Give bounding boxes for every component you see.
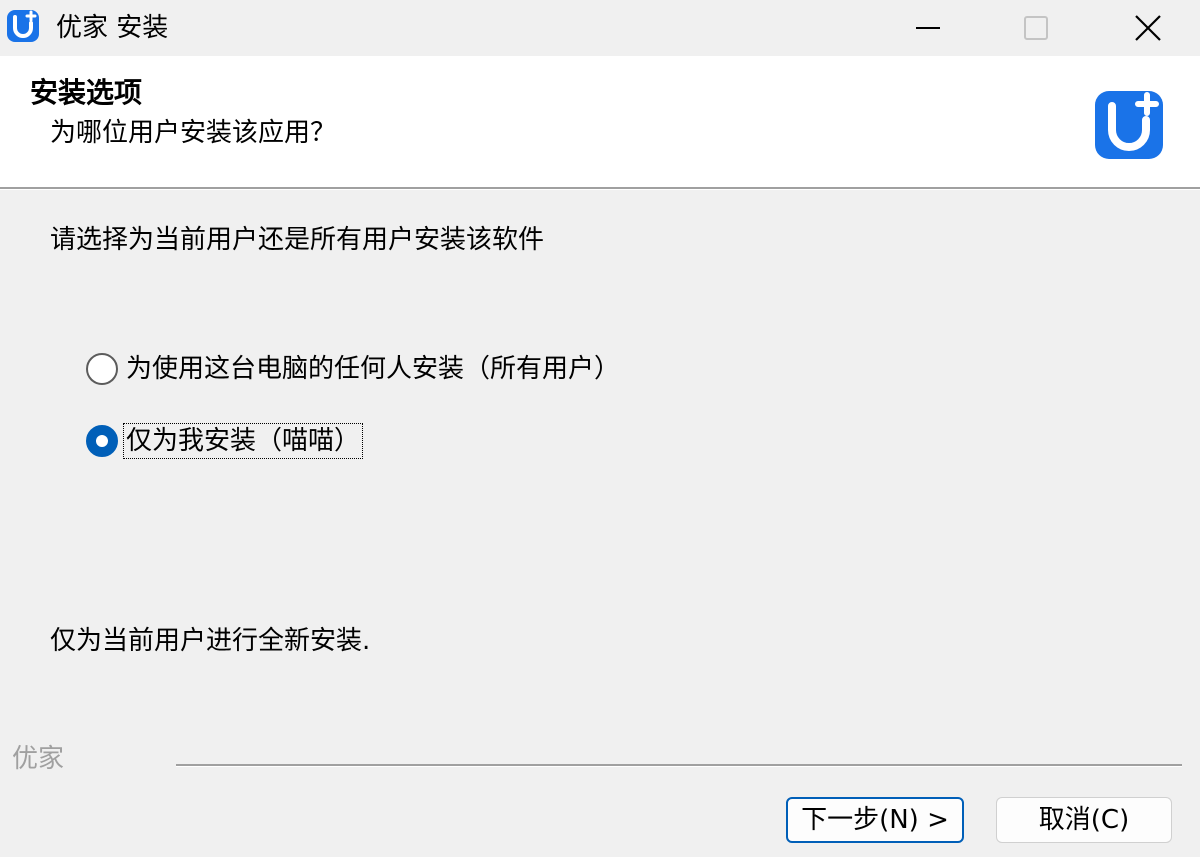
radio-all-users[interactable] [86, 353, 118, 385]
minimize-button[interactable] [872, 0, 984, 56]
option-description: 仅为当前用户进行全新安装. [50, 626, 371, 656]
option-current-user[interactable]: 仅为我安装（喵喵） [86, 423, 364, 459]
next-button[interactable]: 下一步(N) > [786, 797, 964, 843]
window-title: 优家 安装 [56, 13, 169, 43]
option-current-user-label[interactable]: 仅为我安装（喵喵） [122, 423, 364, 459]
title-bar: 优家 安装 [0, 0, 1200, 56]
uplus-logo-icon [1095, 91, 1163, 159]
maximize-icon [1024, 16, 1048, 40]
brand-label: 优家 [12, 744, 65, 774]
page-title: 安装选项 [30, 76, 143, 109]
radio-current-user[interactable] [86, 425, 118, 457]
page-subtitle: 为哪位用户安装该应用？ [50, 118, 337, 148]
option-all-users-label[interactable]: 为使用这台电脑的任何人安装（所有用户） [124, 352, 622, 386]
footer-divider-highlight [176, 766, 1182, 767]
option-all-users[interactable]: 为使用这台电脑的任何人安装（所有用户） [86, 352, 622, 386]
cancel-button[interactable]: 取消(C) [996, 797, 1172, 843]
minimize-icon [916, 27, 940, 29]
close-icon [1135, 15, 1161, 41]
maximize-button[interactable] [980, 0, 1092, 56]
installer-window: 优家 安装 安装选项 为哪位用户安装该应用？ 请选择为当前用户还是所有用户安装该… [0, 0, 1200, 857]
uplus-logo-icon [7, 10, 39, 42]
close-button[interactable] [1092, 0, 1200, 56]
install-scope-prompt: 请选择为当前用户还是所有用户安装该软件 [50, 225, 545, 255]
header-panel: 安装选项 为哪位用户安装该应用？ [0, 56, 1200, 187]
header-divider-highlight [0, 189, 1200, 190]
